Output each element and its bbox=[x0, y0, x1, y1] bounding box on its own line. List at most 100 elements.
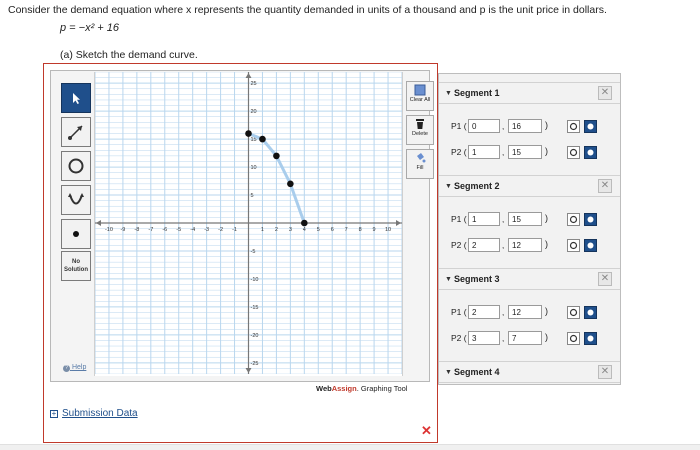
y-tick-label: -25 bbox=[251, 361, 259, 367]
comma-separator: , bbox=[502, 215, 505, 224]
remove-segment-icon[interactable]: ✕ bbox=[598, 86, 612, 100]
parabola-tool-button[interactable] bbox=[61, 185, 91, 215]
segment-3-header[interactable]: ▼ Segment 3 ✕ bbox=[439, 268, 620, 290]
part-a-label: (a) Sketch the demand curve. bbox=[60, 49, 198, 61]
line-segment-tool-button[interactable] bbox=[61, 117, 91, 147]
closed-point-toggle[interactable] bbox=[584, 306, 597, 319]
x-tick-label: 8 bbox=[359, 227, 362, 233]
y-tick-label: 10 bbox=[251, 165, 257, 171]
plotted-point bbox=[273, 152, 280, 160]
x-tick-label: 2 bbox=[275, 227, 278, 233]
demand-curve-segment bbox=[275, 155, 292, 185]
closed-point-toggle[interactable] bbox=[584, 239, 597, 252]
collapse-caret-icon[interactable]: ▼ bbox=[445, 90, 452, 97]
delete-label: Delete bbox=[412, 131, 428, 137]
collapse-caret-icon[interactable]: ▼ bbox=[445, 183, 452, 190]
segment-1-p1-row: P1 ( , ) bbox=[439, 118, 620, 136]
remove-segment-icon[interactable]: ✕ bbox=[598, 365, 612, 379]
close-paren: ) bbox=[545, 239, 548, 249]
plotted-point bbox=[301, 219, 308, 227]
no-solution-line2: Solution bbox=[64, 267, 88, 273]
segment-title: Segment 1 bbox=[454, 88, 500, 98]
p1-y-input[interactable] bbox=[508, 119, 542, 133]
open-point-toggle[interactable] bbox=[567, 332, 580, 345]
comma-separator: , bbox=[502, 148, 505, 157]
closed-point-toggle[interactable] bbox=[584, 120, 597, 133]
close-paren: ) bbox=[545, 146, 548, 156]
segment-2-header[interactable]: ▼ Segment 2 ✕ bbox=[439, 175, 620, 197]
circle-tool-button[interactable] bbox=[61, 151, 91, 181]
open-point-toggle[interactable] bbox=[567, 120, 580, 133]
clear-all-button[interactable]: Clear All bbox=[406, 81, 434, 111]
fill-button[interactable]: Fill bbox=[406, 149, 434, 179]
collapse-caret-icon[interactable]: ▼ bbox=[445, 369, 452, 376]
x-tick-label: 5 bbox=[317, 227, 320, 233]
segment-2-p1-row: P1 ( , ) bbox=[439, 211, 620, 229]
p2-x-input[interactable] bbox=[468, 331, 500, 345]
x-tick-label: -10 bbox=[105, 227, 113, 233]
p2-x-input[interactable] bbox=[468, 238, 500, 252]
parabola-icon bbox=[68, 193, 84, 205]
no-solution-line1: No bbox=[72, 259, 80, 265]
graph-area[interactable]: -10 -9 -8 -7 -6 -5 -4 -3 -2 -1 1 2 3 4 5 6 7 8 9 10 25 20 15 10… bbox=[94, 71, 403, 376]
open-point-toggle[interactable] bbox=[567, 213, 580, 226]
p2-y-input[interactable] bbox=[508, 238, 542, 252]
submission-data-link[interactable]: + Submission Data bbox=[50, 408, 138, 419]
delete-button[interactable]: Delete bbox=[406, 115, 434, 145]
close-paren: ) bbox=[545, 213, 548, 223]
open-point-toggle[interactable] bbox=[567, 146, 580, 159]
x-tick-label: 10 bbox=[385, 227, 391, 233]
x-tick-label: -8 bbox=[134, 227, 139, 233]
p1-x-input[interactable] bbox=[468, 119, 500, 133]
closed-point-toggle[interactable] bbox=[584, 332, 597, 345]
segment-1-header[interactable]: ▼ Segment 1 ✕ bbox=[439, 82, 620, 104]
help-link[interactable]: ? Help bbox=[63, 364, 86, 372]
remove-segment-icon[interactable]: ✕ bbox=[598, 179, 612, 193]
p2-x-input[interactable] bbox=[468, 145, 500, 159]
open-circle-icon bbox=[569, 215, 578, 224]
comma-separator: , bbox=[502, 334, 505, 343]
y-tick-label: 25 bbox=[251, 81, 257, 87]
segments-panel: ▼ Segment 1 ✕ P1 ( , ) P2 ( , ) ▼ Segmen… bbox=[438, 73, 621, 385]
point-tool-button[interactable] bbox=[61, 219, 91, 249]
closed-point-toggle[interactable] bbox=[584, 146, 597, 159]
pointer-icon bbox=[73, 93, 80, 104]
p1-y-input[interactable] bbox=[508, 212, 542, 226]
brand-web: Web bbox=[316, 384, 332, 393]
x-tick-label: -2 bbox=[218, 227, 223, 233]
trash-icon bbox=[416, 119, 424, 129]
paint-bucket-icon bbox=[417, 153, 426, 163]
expand-icon[interactable]: + bbox=[50, 409, 58, 418]
comma-separator: , bbox=[502, 122, 505, 131]
x-tick-label: 1 bbox=[261, 227, 264, 233]
fill-label: Fill bbox=[416, 165, 424, 171]
p2-y-input[interactable] bbox=[508, 331, 542, 345]
y-axis-arrow-up bbox=[245, 73, 252, 78]
p2-y-input[interactable] bbox=[508, 145, 542, 159]
line-segment-icon bbox=[68, 125, 83, 140]
y-tick-label: -15 bbox=[251, 305, 259, 311]
p1-x-input[interactable] bbox=[468, 305, 500, 319]
open-circle-icon bbox=[569, 241, 578, 250]
submission-data-label[interactable]: Submission Data bbox=[62, 408, 138, 419]
remove-segment-icon[interactable]: ✕ bbox=[598, 272, 612, 286]
closed-point-toggle[interactable] bbox=[584, 213, 597, 226]
coordinate-plane[interactable]: -10 -9 -8 -7 -6 -5 -4 -3 -2 -1 1 2 3 4 5 6 7 8 9 1025201510… bbox=[94, 71, 403, 375]
p1-label: P1 ( bbox=[451, 214, 467, 224]
y-tick-label: -5 bbox=[251, 249, 256, 255]
graphing-tool: No Solution ? Help -10 -9 -8 -7 -6 -5 -4 -3 -2 -1… bbox=[50, 70, 434, 382]
pointer-tool-button[interactable] bbox=[61, 83, 91, 113]
closed-circle-icon bbox=[587, 149, 594, 156]
close-icon[interactable]: ✕ bbox=[421, 423, 432, 439]
open-point-toggle[interactable] bbox=[567, 239, 580, 252]
x-tick-label: -6 bbox=[162, 227, 167, 233]
brand-rest: . Graphing Tool bbox=[356, 384, 408, 393]
p2-label: P2 ( bbox=[451, 240, 467, 250]
open-point-toggle[interactable] bbox=[567, 306, 580, 319]
segment-4-header[interactable]: ▼ Segment 4 ✕ bbox=[439, 361, 620, 383]
p1-y-input[interactable] bbox=[508, 305, 542, 319]
segment-1-p2-row: P2 ( , ) bbox=[439, 144, 620, 162]
p1-x-input[interactable] bbox=[468, 212, 500, 226]
no-solution-button[interactable]: No Solution bbox=[61, 251, 91, 281]
collapse-caret-icon[interactable]: ▼ bbox=[445, 276, 452, 283]
